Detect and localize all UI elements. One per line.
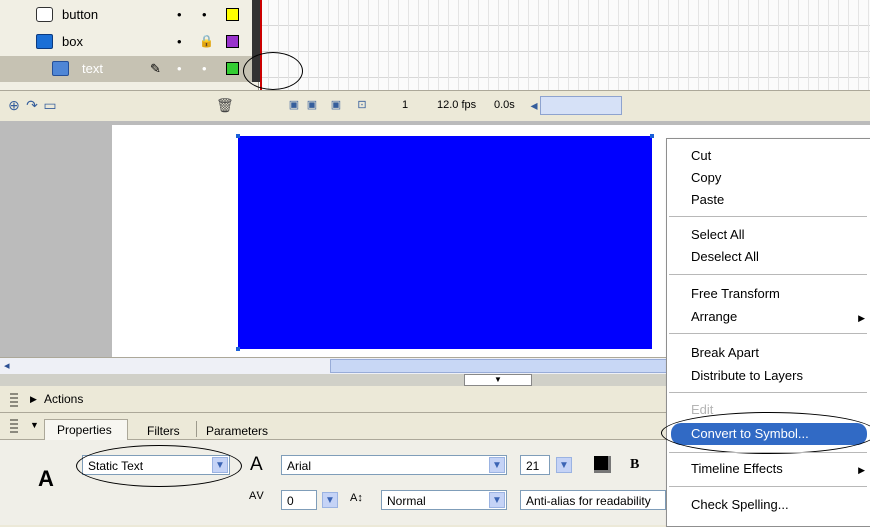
visibility-dot-icon[interactable]: • bbox=[177, 61, 182, 76]
timeline-scrollbar-thumb[interactable] bbox=[540, 96, 622, 115]
letter-spacing-chevron-icon[interactable]: ▼ bbox=[322, 492, 338, 508]
letter-spacing-field[interactable]: 0 bbox=[281, 490, 317, 510]
submenu-arrow-icon: ▶ bbox=[858, 313, 865, 323]
context-menu: Cut Copy Paste Select All Deselect All F… bbox=[661, 138, 870, 527]
lock-icon[interactable]: 🔒 bbox=[199, 34, 214, 48]
tab-divider bbox=[196, 421, 197, 437]
onion-skin-icon[interactable]: ▣ bbox=[304, 97, 320, 113]
elapsed-time: 0.0s bbox=[494, 99, 515, 111]
insert-layer-icon[interactable]: ⊕ bbox=[6, 97, 22, 113]
visibility-dot-icon[interactable]: • bbox=[177, 7, 182, 22]
menu-item-break-apart[interactable]: Break Apart bbox=[691, 345, 759, 360]
tab-properties[interactable]: Properties bbox=[44, 419, 128, 440]
frame-grid[interactable] bbox=[259, 0, 870, 90]
lock-dot-icon[interactable]: • bbox=[202, 7, 207, 22]
menu-item-check-spelling[interactable]: Check Spelling... bbox=[691, 497, 789, 512]
tab-parameters[interactable]: Parameters bbox=[206, 424, 268, 438]
center-frame-icon[interactable]: ▣ bbox=[286, 97, 302, 113]
selection-handle[interactable] bbox=[650, 134, 654, 138]
letter-spacing-icon: A͘V bbox=[249, 490, 264, 502]
menu-item-copy[interactable]: Copy bbox=[691, 170, 721, 185]
submenu-arrow-icon: ▶ bbox=[858, 465, 865, 475]
menu-item-arrange[interactable]: Arrange bbox=[691, 309, 737, 324]
anti-alias-select[interactable]: Anti-alias for readability bbox=[520, 490, 666, 510]
collapse-arrow-icon[interactable]: ▼ bbox=[464, 374, 532, 386]
onion-outline-icon[interactable]: ▣ bbox=[328, 97, 344, 113]
layer-row-text[interactable]: text ✎ • • bbox=[0, 56, 258, 82]
tab-filters[interactable]: Filters bbox=[147, 424, 180, 438]
pencil-icon: ✎ bbox=[150, 61, 161, 76]
char-position-select[interactable]: Normal ▼ bbox=[381, 490, 507, 510]
actions-panel-title[interactable]: Actions bbox=[44, 392, 83, 406]
trash-icon[interactable]: 🗑 bbox=[216, 97, 234, 113]
current-frame: 1 bbox=[402, 99, 409, 111]
layer-color-swatch[interactable] bbox=[226, 8, 239, 21]
bold-button[interactable]: B bbox=[630, 457, 639, 473]
menu-item-distribute-to-layers[interactable]: Distribute to Layers bbox=[691, 368, 803, 383]
selection-handle[interactable] bbox=[236, 134, 240, 138]
menu-item-cut[interactable]: Cut bbox=[691, 148, 711, 163]
annotation-ellipse-keyframe bbox=[243, 52, 303, 90]
movieclip-symbol-icon bbox=[36, 34, 53, 49]
menu-separator bbox=[669, 333, 867, 334]
menu-item-free-transform[interactable]: Free Transform bbox=[691, 286, 780, 301]
menu-item-select-all[interactable]: Select All bbox=[691, 227, 744, 242]
select-value: Normal bbox=[387, 494, 426, 508]
font-icon: A bbox=[250, 454, 263, 475]
text-layer-icon bbox=[52, 61, 69, 76]
menu-separator bbox=[669, 392, 867, 393]
add-motion-guide-icon[interactable]: ↷ bbox=[24, 97, 40, 113]
layer-color-swatch[interactable] bbox=[226, 35, 239, 48]
field-value: 21 bbox=[526, 459, 540, 473]
layer-name: button bbox=[62, 7, 99, 22]
font-size-field[interactable]: 21 bbox=[520, 455, 550, 475]
visibility-dot-icon[interactable]: • bbox=[177, 34, 182, 49]
expand-arrow-icon[interactable]: ▶ bbox=[30, 394, 37, 405]
scrollbar-thumb[interactable] bbox=[330, 359, 668, 373]
chevron-down-icon[interactable]: ▼ bbox=[489, 457, 505, 473]
annotation-ellipse-convert bbox=[661, 412, 870, 454]
menu-separator bbox=[669, 216, 867, 217]
panel-grip-icon[interactable] bbox=[10, 419, 18, 433]
edit-multiple-frames-icon[interactable]: ⊡ bbox=[354, 97, 370, 113]
frame-rate: 12.0 fps bbox=[437, 99, 477, 111]
layer-name: text bbox=[82, 61, 103, 76]
select-value: Arial bbox=[287, 459, 312, 473]
menu-separator bbox=[669, 274, 867, 275]
menu-item-paste[interactable]: Paste bbox=[691, 192, 724, 207]
selection-handle[interactable] bbox=[236, 347, 240, 351]
annotation-ellipse-text-type bbox=[76, 445, 242, 487]
field-value: 0 bbox=[287, 494, 294, 508]
layer-list: button • • box • 🔒 text ✎ • • bbox=[0, 0, 259, 90]
layer-color-swatch[interactable] bbox=[226, 62, 239, 75]
menu-separator bbox=[669, 452, 867, 453]
font-family-select[interactable]: Arial ▼ bbox=[281, 455, 507, 475]
tab-label: Properties bbox=[57, 423, 112, 437]
select-value: Anti-alias for readability bbox=[526, 494, 651, 508]
button-symbol-icon bbox=[36, 7, 53, 22]
insert-folder-icon[interactable]: ▭ bbox=[42, 97, 58, 113]
font-size-chevron-icon[interactable]: ▼ bbox=[556, 457, 572, 473]
menu-item-deselect-all[interactable]: Deselect All bbox=[691, 249, 759, 264]
menu-item-timeline-effects[interactable]: Timeline Effects bbox=[691, 461, 783, 476]
menu-separator bbox=[669, 486, 867, 487]
layer-row-button[interactable]: button • • bbox=[0, 2, 258, 28]
char-position-icon: A↕ bbox=[350, 492, 363, 504]
text-color-swatch[interactable] bbox=[594, 456, 611, 473]
collapse-arrow-icon[interactable]: ▼ bbox=[30, 420, 39, 430]
text-tool-icon: A bbox=[38, 466, 54, 491]
layer-row-box[interactable]: box • 🔒 bbox=[0, 29, 258, 55]
chevron-down-icon[interactable]: ▼ bbox=[489, 492, 505, 508]
panel-grip-icon[interactable] bbox=[10, 393, 18, 407]
layer-name: box bbox=[62, 34, 83, 49]
scroll-left-arrow-icon[interactable]: ◂ bbox=[4, 359, 20, 372]
timeline-toolbar: ⊕ ↷ ▭ 🗑 ▣ ▣ ▣ ⊡ 1 12.0 fps 0.0s ◂ bbox=[0, 90, 870, 122]
blue-rectangle[interactable] bbox=[238, 136, 652, 349]
lock-dot-icon[interactable]: • bbox=[202, 61, 207, 76]
